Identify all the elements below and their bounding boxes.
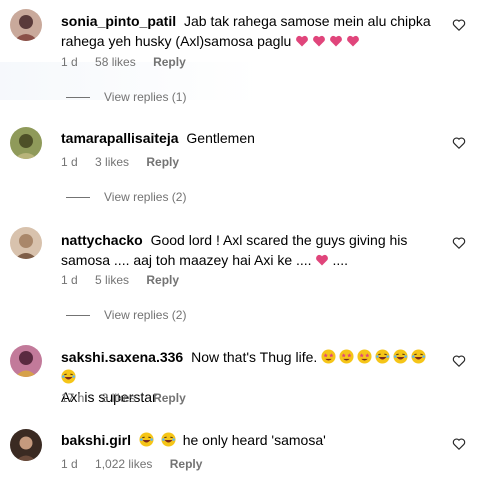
comment-likes[interactable]: 3 likes — [102, 391, 136, 405]
avatar[interactable] — [10, 127, 42, 159]
heart-emoji-icon — [330, 35, 343, 47]
view-replies-label: View replies (2) — [104, 190, 187, 204]
like-heart-icon[interactable] — [452, 354, 466, 368]
like-heart-icon[interactable] — [452, 236, 466, 250]
comment-meta: 1 d 3 likes Reply — [61, 155, 193, 169]
comment-time: 1 d — [61, 55, 78, 69]
avatar[interactable] — [10, 345, 42, 377]
comment-meta: 1 d 58 likes Reply — [61, 55, 200, 69]
divider-line — [66, 315, 90, 317]
comment-body: tamarapallisaiteja Gentlemen — [61, 128, 441, 148]
avatar[interactable] — [10, 9, 42, 41]
view-replies-label: View replies (1) — [104, 90, 187, 104]
comment-meta: 1 d 5 likes Reply — [61, 273, 193, 287]
star-struck-emoji-icon — [321, 349, 336, 364]
comment-body: sonia_pinto_patil Jab tak rahega samose … — [61, 11, 441, 51]
laughing-emoji-icon — [161, 432, 176, 447]
comment-body: bakshi.girl he only heard 'samosa' — [61, 430, 441, 450]
divider-line — [66, 197, 90, 199]
avatar[interactable] — [10, 429, 42, 461]
view-replies-label: View replies (2) — [104, 308, 187, 322]
laughing-emoji-icon — [61, 369, 76, 384]
laughing-emoji-icon — [411, 349, 426, 364]
comment-username[interactable]: nattychacko — [61, 232, 143, 248]
view-replies-button[interactable]: View replies (1) — [66, 90, 186, 104]
reply-button[interactable]: Reply — [153, 391, 186, 405]
comment-meta: 1 d 1,022 likes Reply — [61, 457, 216, 471]
comment-username[interactable]: tamarapallisaiteja — [61, 130, 179, 146]
star-struck-emoji-icon — [357, 349, 372, 364]
comment-likes[interactable]: 5 likes — [95, 273, 129, 287]
reply-button[interactable]: Reply — [146, 273, 179, 287]
heart-emoji-icon — [313, 35, 326, 47]
comment-likes[interactable]: 3 likes — [95, 155, 129, 169]
emoji-group — [139, 432, 183, 448]
like-heart-icon[interactable] — [452, 136, 466, 150]
comment-text-trailing: .... — [332, 252, 349, 268]
comment-username[interactable]: bakshi.girl — [61, 432, 131, 448]
heart-emoji-icon — [296, 35, 309, 47]
comment-text: he only heard 'samosa' — [182, 432, 326, 448]
laughing-emoji-icon — [375, 349, 390, 364]
view-replies-button[interactable]: View replies (2) — [66, 190, 186, 204]
reply-button[interactable]: Reply — [170, 457, 203, 471]
comment-likes[interactable]: 58 likes — [95, 55, 136, 69]
emoji-group — [295, 33, 363, 49]
comment-meta: 17 h 3 likes Reply — [61, 391, 200, 405]
comment-likes[interactable]: 1,022 likes — [95, 457, 152, 471]
like-heart-icon[interactable] — [452, 437, 466, 451]
comment-text: Gentlemen — [186, 130, 255, 146]
reply-button[interactable]: Reply — [153, 55, 186, 69]
comment-time: 1 d — [61, 457, 78, 471]
reply-button[interactable]: Reply — [146, 155, 179, 169]
comment-time: 17 h — [61, 391, 85, 405]
comment-username[interactable]: sakshi.saxena.336 — [61, 349, 183, 365]
laughing-emoji-icon — [139, 432, 154, 447]
comment-time: 1 d — [61, 155, 78, 169]
like-heart-icon[interactable] — [452, 18, 466, 32]
star-struck-emoji-icon — [339, 349, 354, 364]
avatar[interactable] — [10, 227, 42, 259]
comment-text: Now that's Thug life. — [191, 349, 318, 365]
view-replies-button[interactable]: View replies (2) — [66, 308, 186, 322]
divider-line — [66, 97, 90, 99]
comment-username[interactable]: sonia_pinto_patil — [61, 13, 176, 29]
heart-emoji-icon — [347, 35, 360, 47]
laughing-emoji-icon — [393, 349, 408, 364]
comment-body: nattychacko Good lord ! Axl scared the g… — [61, 230, 441, 270]
heart-emoji-icon — [316, 254, 329, 266]
comment-time: 1 d — [61, 273, 78, 287]
